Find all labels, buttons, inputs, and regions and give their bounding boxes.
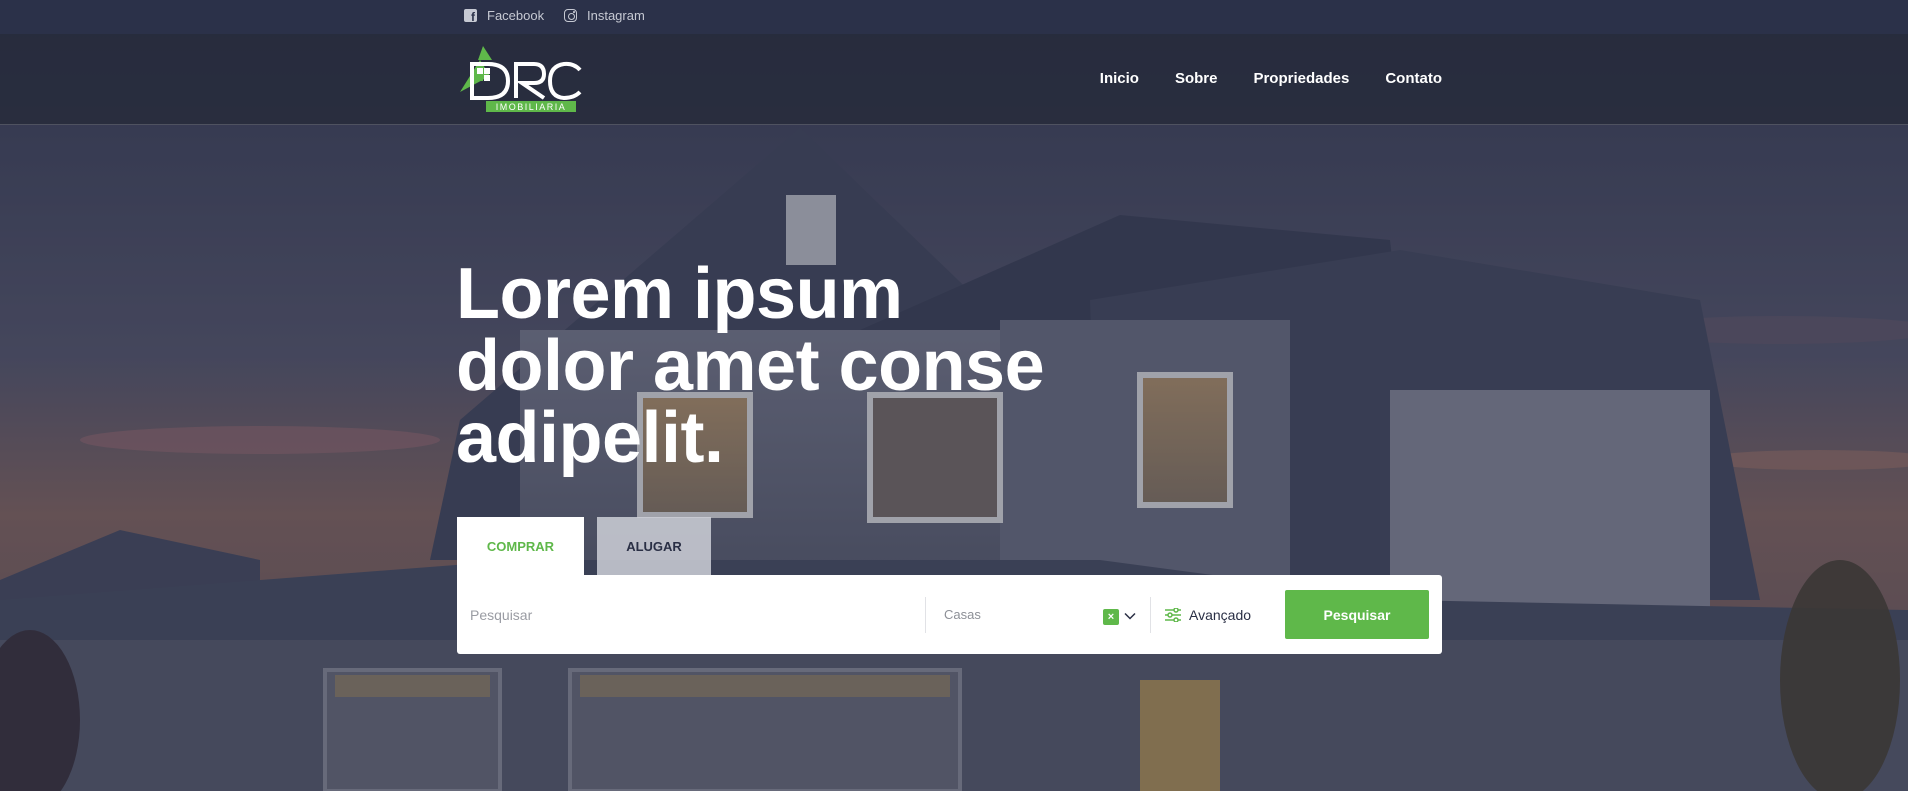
nav-item-contato[interactable]: Contato	[1385, 70, 1442, 87]
divider	[1150, 597, 1151, 633]
facebook-label: Facebook	[487, 8, 545, 23]
nav-item-propriedades[interactable]: Propriedades	[1253, 70, 1349, 87]
property-type-select[interactable]: Casas ×	[926, 575, 1150, 654]
main-nav: Inicio Sobre Propriedades Contato	[1100, 70, 1442, 87]
facebook-icon	[464, 9, 477, 24]
sliders-icon	[1165, 608, 1181, 622]
hero-title-line: adipelit.	[456, 398, 724, 478]
nav-item-inicio[interactable]: Inicio	[1100, 70, 1139, 87]
search-input[interactable]	[457, 575, 925, 654]
instagram-label: Instagram	[587, 8, 645, 23]
advanced-label: Avançado	[1189, 607, 1252, 623]
facebook-link[interactable]: Facebook	[464, 8, 545, 24]
clear-icon[interactable]: ×	[1103, 609, 1119, 625]
tab-alugar[interactable]: ALUGAR	[597, 517, 711, 575]
property-type-value: Casas	[944, 607, 981, 622]
nav-item-sobre[interactable]: Sobre	[1175, 70, 1218, 87]
property-search-bar: Casas × Avançado Pesquisar	[457, 575, 1442, 654]
instagram-link[interactable]: Instagram	[564, 8, 645, 23]
instagram-icon	[564, 9, 577, 22]
company-logo[interactable]: IMOBILIARIA	[460, 46, 585, 112]
hero-title-line: dolor amet conse	[456, 326, 1045, 406]
chevron-down-icon	[1124, 612, 1136, 620]
search-tabs: COMPRAR ALUGAR	[457, 517, 711, 575]
social-topbar: Facebook Instagram	[0, 0, 1908, 34]
tab-comprar[interactable]: COMPRAR	[457, 517, 584, 575]
hero-title-line: Lorem ipsum	[456, 254, 903, 334]
site-header: IMOBILIARIA Inicio Sobre Propriedades Co…	[0, 34, 1908, 125]
hero-title: Lorem ipsum dolor amet conse adipelit.	[456, 258, 1156, 474]
advanced-search-toggle[interactable]: Avançado	[1165, 607, 1251, 623]
search-button[interactable]: Pesquisar	[1285, 590, 1429, 639]
logo-subtext: IMOBILIARIA	[496, 102, 567, 112]
